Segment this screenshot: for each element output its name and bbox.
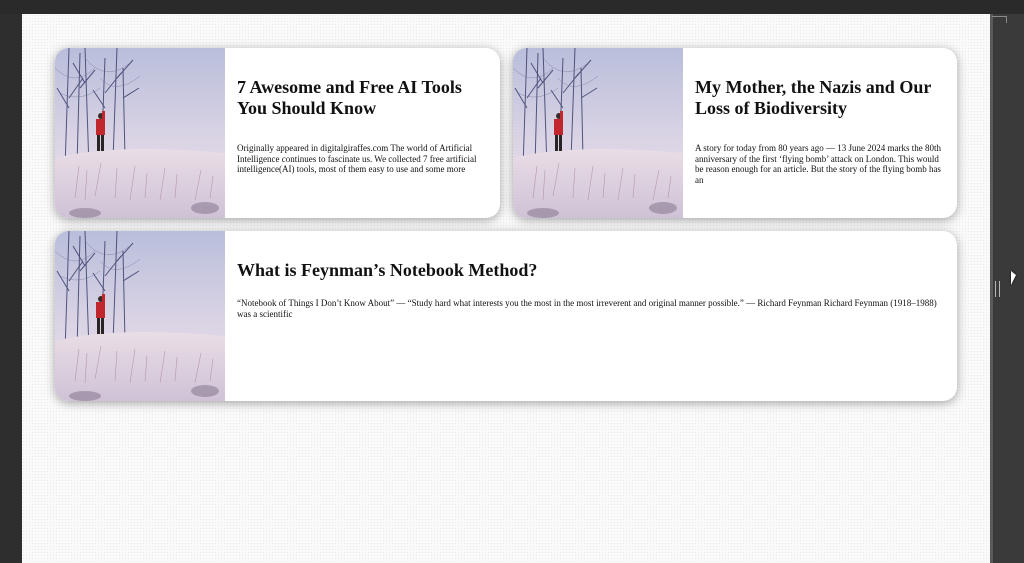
page-canvas[interactable]: 7 Awesome and Free AI Tools You Should K…	[22, 14, 990, 563]
article-content: What is Feynman’s Notebook Method? “Note…	[225, 231, 957, 401]
article-title[interactable]: What is Feynman’s Notebook Method?	[237, 260, 945, 281]
article-excerpt: “Notebook of Things I Don’t Know About” …	[237, 298, 937, 319]
article-excerpt: Originally appeared in digitalgiraffes.c…	[237, 143, 477, 174]
article-content: 7 Awesome and Free AI Tools You Should K…	[225, 48, 500, 218]
article-card[interactable]: What is Feynman’s Notebook Method? “Note…	[55, 231, 957, 401]
top-bar	[0, 0, 1024, 14]
article-title[interactable]: My Mother, the Nazis and Our Loss of Bio…	[695, 77, 945, 119]
resize-handle-icon[interactable]	[995, 281, 1000, 297]
article-card[interactable]: 7 Awesome and Free AI Tools You Should K…	[55, 48, 500, 218]
scrollbar[interactable]	[990, 14, 993, 563]
article-card[interactable]: My Mother, the Nazis and Our Loss of Bio…	[513, 48, 957, 218]
corner-icon	[992, 16, 1007, 23]
article-content: My Mother, the Nazis and Our Loss of Bio…	[683, 48, 957, 218]
article-thumbnail[interactable]	[55, 48, 225, 218]
snowy-landscape-image	[513, 48, 683, 218]
article-thumbnail[interactable]	[55, 231, 225, 401]
article-excerpt: A story for today from 80 years ago — 13…	[695, 143, 941, 185]
browser-frame: 7 Awesome and Free AI Tools You Should K…	[0, 0, 1024, 563]
snowy-landscape-image	[55, 48, 225, 218]
article-title[interactable]: 7 Awesome and Free AI Tools You Should K…	[237, 77, 488, 119]
snowy-landscape-image	[55, 231, 225, 401]
mouse-cursor-icon	[1011, 271, 1016, 285]
article-thumbnail[interactable]	[513, 48, 683, 218]
